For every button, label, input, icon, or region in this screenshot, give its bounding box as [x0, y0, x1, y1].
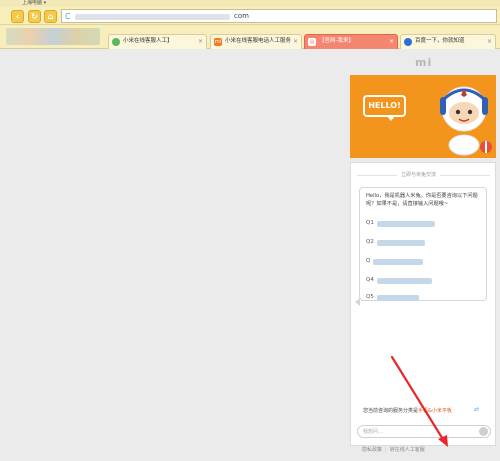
question-link[interactable] — [373, 259, 423, 265]
chat-banner: HELLO! — [350, 75, 496, 158]
question-label: Q2 — [366, 239, 374, 245]
bot-greeting: Hello，我是机器人米兔。你是否要咨询以下问题呢？如果不是，请直接输入问题哦~ — [366, 193, 478, 207]
close-icon[interactable]: × — [389, 35, 394, 48]
divider-label: 立即与米兔交流 — [397, 171, 441, 179]
address-redacted — [75, 14, 230, 20]
back-arrow-icon: ‹ — [15, 12, 20, 21]
tab-label: 百度一下，你就知道 — [415, 38, 465, 44]
forward-button[interactable]: ↻ — [28, 10, 41, 23]
address-text: com — [234, 12, 249, 20]
bookmarks-redacted — [6, 28, 100, 45]
home-icon: ⌂ — [47, 12, 54, 21]
mi-tab-icon: mi — [214, 38, 222, 46]
send-button[interactable] — [479, 427, 488, 436]
question-label: Q — [366, 258, 371, 264]
doc-tab-icon: ▤ — [308, 38, 316, 46]
mi-tab-icon — [112, 38, 120, 46]
privacy-link[interactable]: 隐私政策 — [362, 447, 382, 453]
mi-logo: mi — [415, 56, 433, 69]
tab-mi-service[interactable]: 小米在线客服人工】 × — [108, 34, 207, 49]
tab-label: 小米在线客服人工】 — [123, 38, 173, 44]
tab-official[interactable]: ▤ 【官网-我来】 × — [304, 34, 398, 49]
browser-toolbar: ‹ ↻ ⌂ C com — [0, 7, 500, 25]
question-link[interactable] — [377, 240, 425, 246]
tab-bar: 小米在线客服人工】 × mi 小米在线客服电话人工服务 × ▤ 【官网-我来】 … — [0, 25, 500, 49]
window-title: 上海电脑 ▾ — [22, 0, 47, 6]
swap-icon[interactable]: ⇄ — [474, 406, 479, 413]
refresh-icon: ↻ — [31, 12, 38, 21]
window-titlebar: 上海电脑 ▾ — [0, 0, 500, 7]
question-link[interactable] — [377, 221, 435, 227]
chat-input-placeholder: 我想问… — [363, 429, 384, 435]
browser-logo-icon: C — [65, 12, 71, 21]
close-icon[interactable]: × — [198, 35, 203, 48]
hello-bubble: HELLO! — [363, 95, 406, 121]
address-bar[interactable]: C com — [61, 9, 497, 23]
question-label: Q5 — [366, 294, 374, 300]
question-link[interactable] — [377, 278, 432, 284]
home-button[interactable]: ⌂ — [44, 10, 57, 23]
tab-label: 小米在线客服电话人工服务 — [225, 38, 292, 44]
tab-label: 【官网-我来】 — [319, 38, 354, 44]
question-link[interactable] — [377, 295, 419, 301]
close-icon[interactable]: × — [293, 35, 298, 48]
annotation-arrow-icon — [390, 355, 448, 447]
footer-separator: | — [385, 447, 387, 453]
tab-baidu[interactable]: 百度一下，你就知道 × — [400, 34, 496, 49]
close-icon[interactable]: × — [487, 35, 492, 48]
question-label: Q4 — [366, 277, 374, 283]
robot-mascot-icon — [440, 86, 492, 156]
question-label: Q1 — [366, 220, 374, 226]
back-button[interactable]: ‹ — [11, 10, 24, 23]
baidu-tab-icon — [404, 38, 412, 46]
tab-mi-phone[interactable]: mi 小米在线客服电话人工服务 × — [210, 34, 302, 49]
bot-message-bubble: Hello，我是机器人米兔。你是否要咨询以下问题呢？如果不是，请直接输入问题哦~… — [355, 187, 487, 306]
